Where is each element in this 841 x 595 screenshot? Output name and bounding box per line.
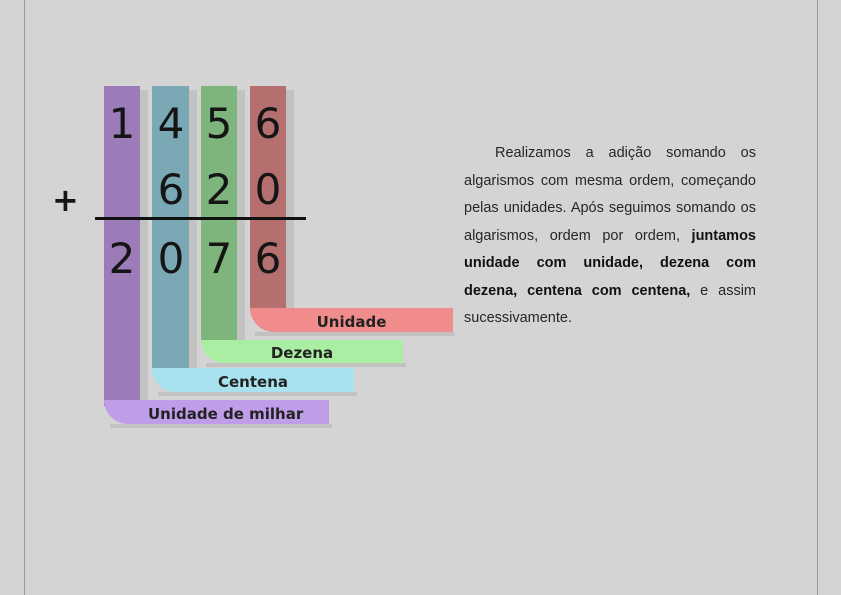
sum-line <box>95 217 306 220</box>
label-centena: Centena <box>152 368 354 392</box>
page-right-edge <box>817 0 818 595</box>
label-unidade-de-milhar: Unidade de milhar <box>104 400 329 424</box>
digit-row1-col1: 4 <box>157 99 185 148</box>
tab-shadow <box>255 332 455 336</box>
plus-sign: + <box>52 181 79 219</box>
digit-result-col0: 2 <box>108 234 136 283</box>
digit-result-col1: 0 <box>157 234 185 283</box>
digit-row2-col1: 6 <box>157 165 185 214</box>
label-unidade: Unidade <box>250 308 453 332</box>
explanation-paragraph: Realizamos a adição somando os algarismo… <box>464 140 756 333</box>
tab-shadow <box>110 424 332 428</box>
page-left-edge <box>24 0 25 595</box>
digit-result-col3: 6 <box>254 234 282 283</box>
digit-row2-col2: 2 <box>205 165 233 214</box>
digit-row1-col0: 1 <box>108 99 136 148</box>
tab-shadow <box>158 392 357 396</box>
digit-row2-col3: 0 <box>254 165 282 214</box>
tab-shadow <box>206 363 406 367</box>
digit-row1-col2: 5 <box>205 99 233 148</box>
digit-row1-col3: 6 <box>254 99 282 148</box>
digit-result-col2: 7 <box>205 234 233 283</box>
label-dezena: Dezena <box>201 340 403 363</box>
